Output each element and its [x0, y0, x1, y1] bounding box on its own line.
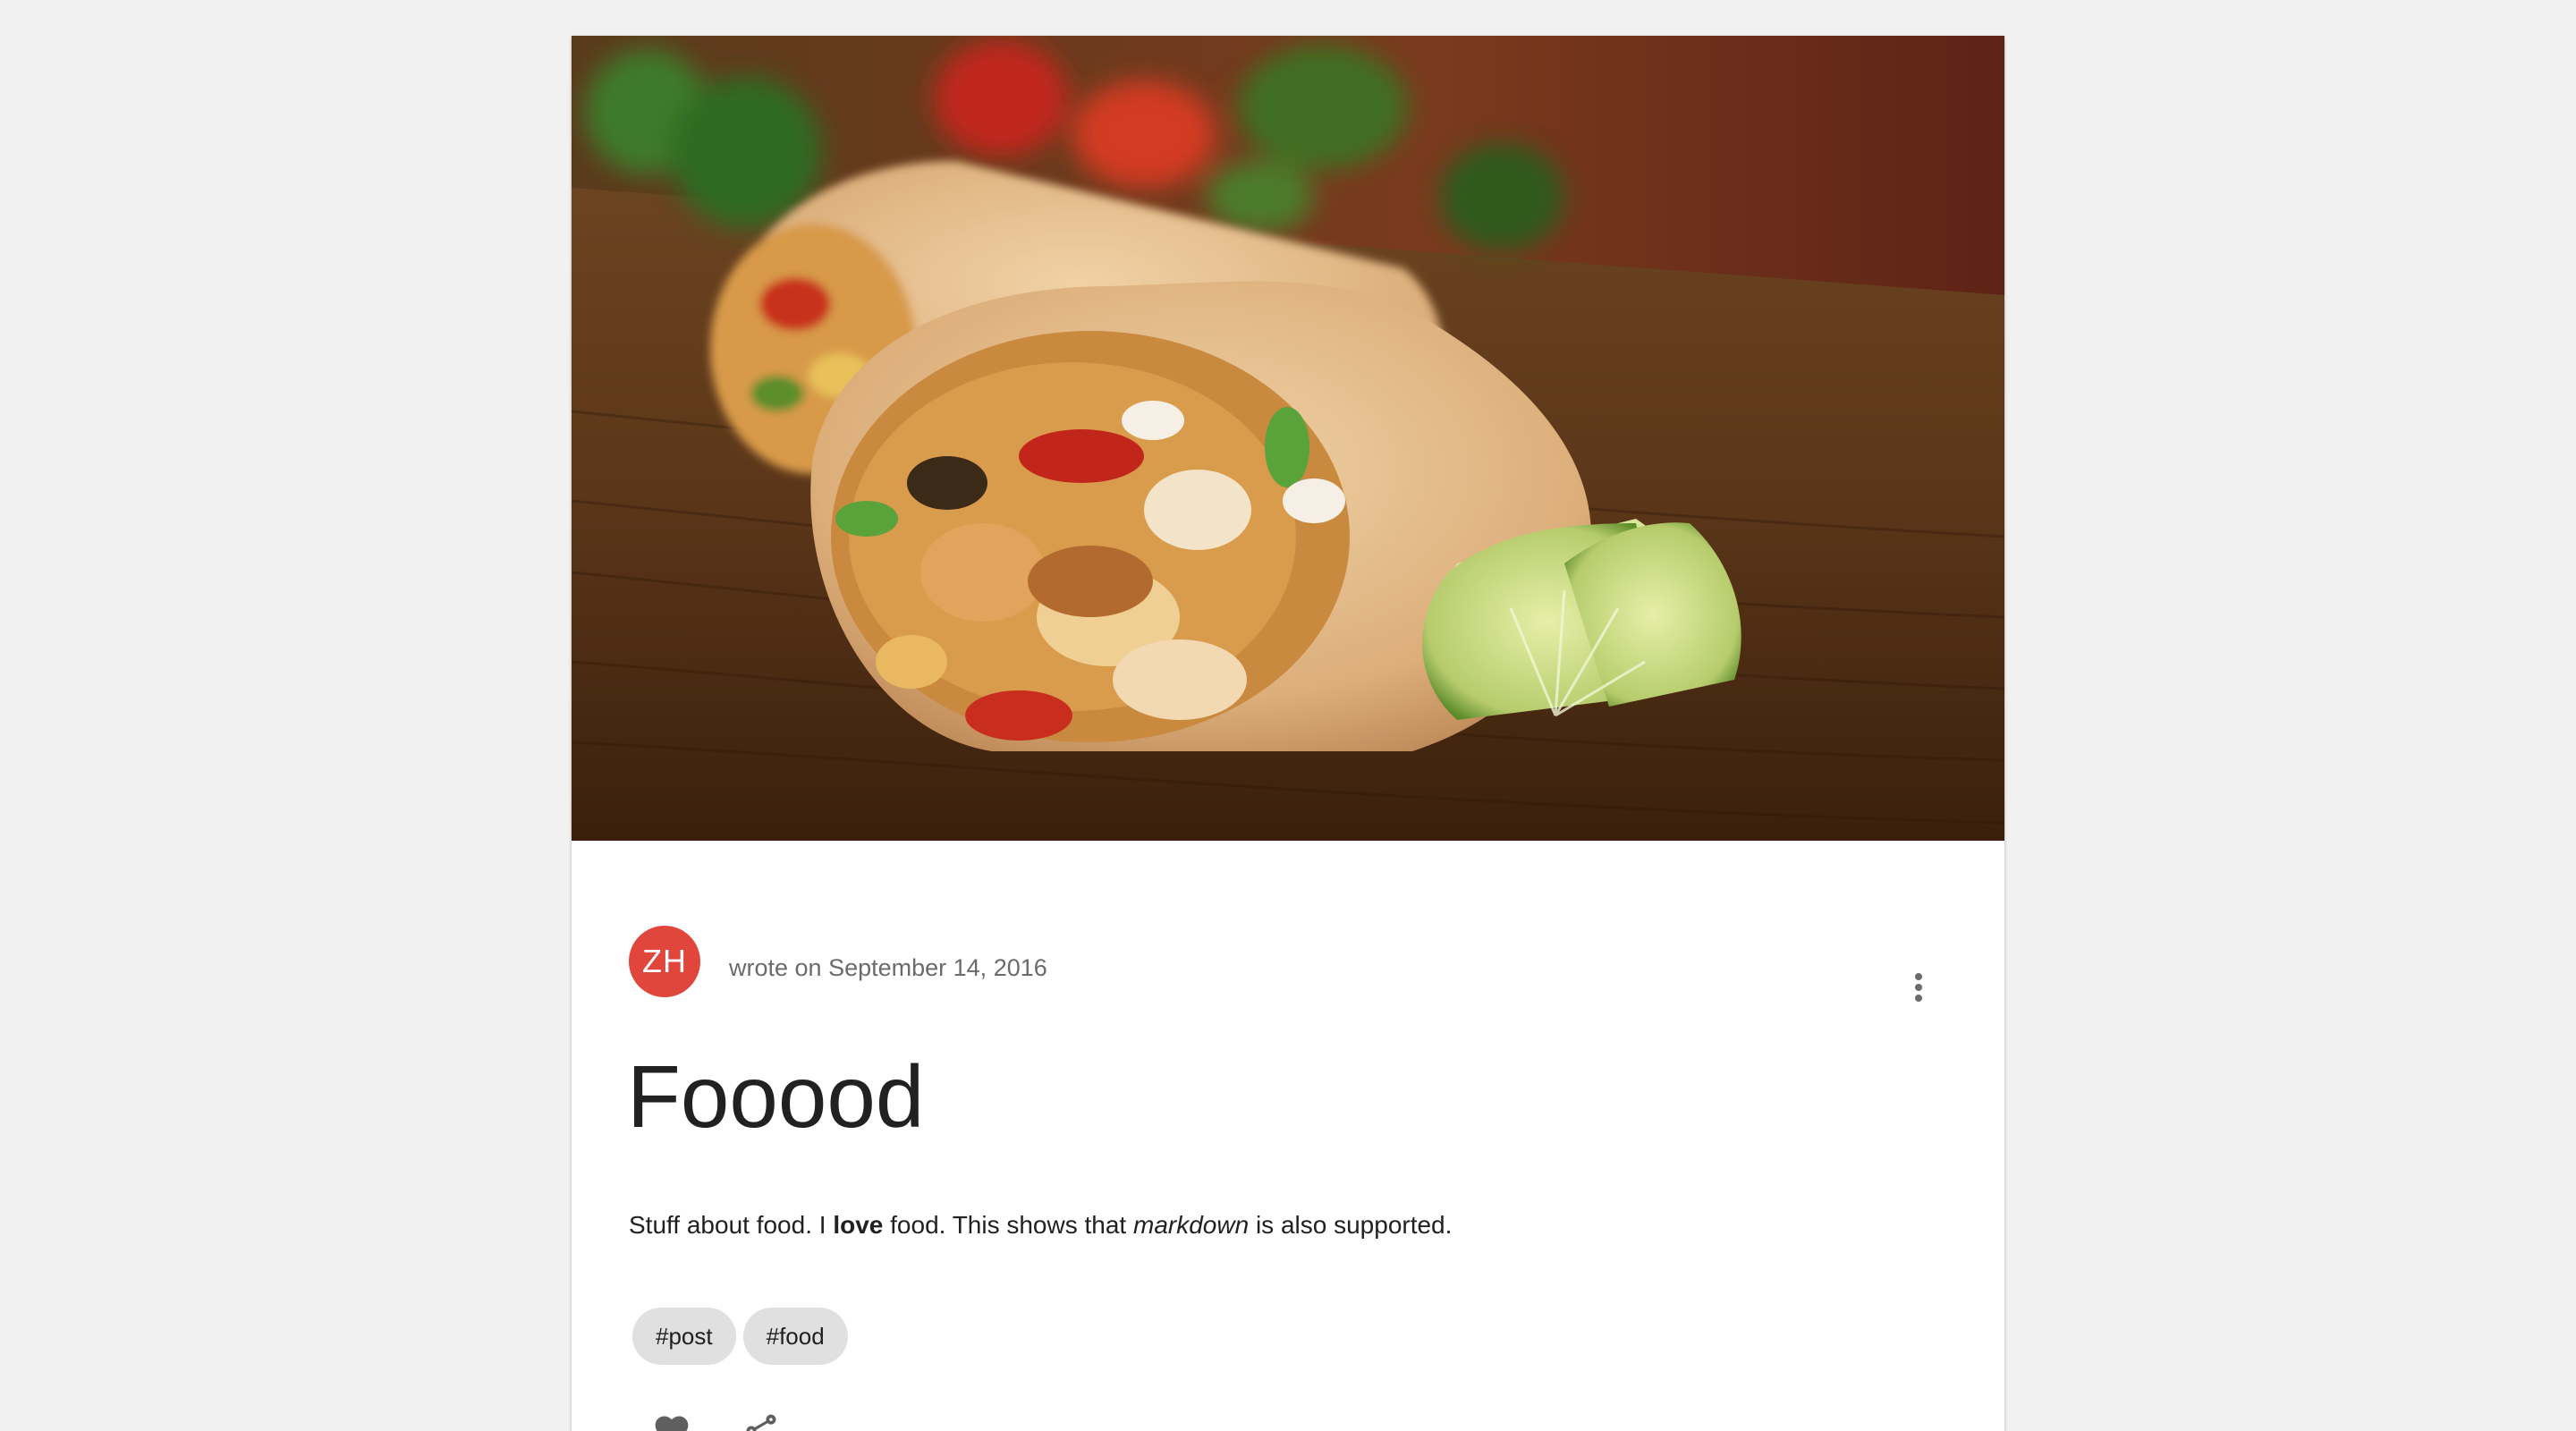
tag-chip-food[interactable]: #food: [742, 1308, 848, 1365]
body-text-1: Stuff about food. I: [629, 1211, 834, 1239]
post-actions: [652, 1411, 795, 1431]
post-title: Fooood: [627, 1047, 925, 1146]
body-bold: love: [833, 1211, 884, 1239]
burrito-photo: [572, 36, 2004, 841]
byline: wrote on September 14, 2016: [729, 954, 1047, 982]
post-card: ZH wrote on September 14, 2016 Fooood St…: [572, 36, 2004, 1431]
post-date: September 14, 2016: [828, 954, 1047, 981]
heart-icon: [655, 1416, 689, 1431]
post-body: Stuff about food. I love food. This show…: [629, 1211, 1452, 1240]
share-icon: [746, 1414, 776, 1431]
body-text-3: is also supported.: [1249, 1211, 1453, 1239]
avatar[interactable]: ZH: [629, 926, 700, 997]
body-italic: markdown: [1133, 1211, 1250, 1239]
hero-image: [572, 36, 2004, 841]
tag-chip-post[interactable]: #post: [632, 1308, 736, 1365]
body-text-2: food. This shows that: [883, 1211, 1133, 1239]
more-options-button[interactable]: [1899, 957, 1938, 1011]
byline-prefix: wrote on: [729, 954, 822, 981]
like-button[interactable]: [652, 1411, 706, 1431]
tag-list: #post #food: [632, 1308, 848, 1365]
share-button[interactable]: [741, 1411, 795, 1431]
